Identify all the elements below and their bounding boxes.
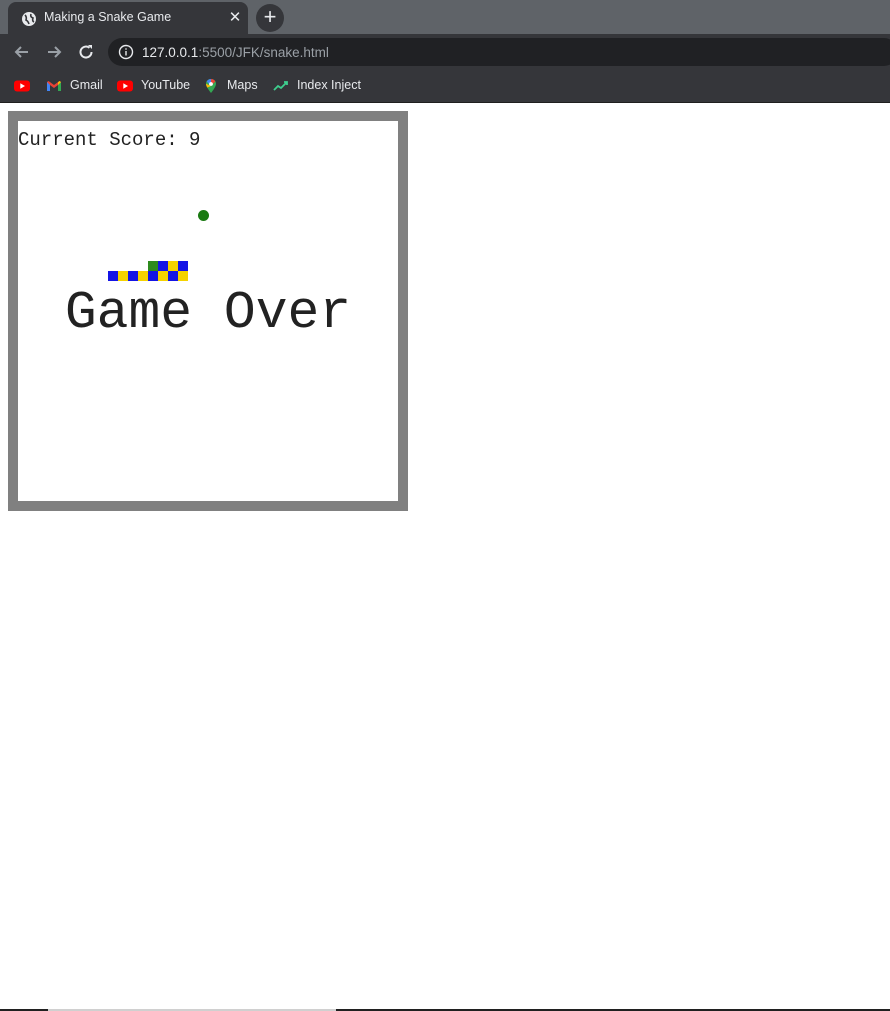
gmail-icon xyxy=(47,81,61,91)
bookmarks-bar: Gmail YouTube Maps Index Inject xyxy=(0,70,890,103)
snake-segment xyxy=(148,271,158,281)
current-score: Current Score: 9 xyxy=(18,129,201,151)
tab-close-icon[interactable]: ✕ xyxy=(226,9,244,27)
back-arrow-icon[interactable] xyxy=(12,42,32,62)
bookmark-index-inject-label: Index Inject xyxy=(297,78,361,92)
bookmark-maps[interactable]: Maps xyxy=(203,76,261,96)
info-icon[interactable] xyxy=(118,44,134,60)
new-tab-button[interactable]: + xyxy=(256,4,284,32)
youtube-icon xyxy=(117,80,133,92)
url-path: :5500/JFK/snake.html xyxy=(198,45,329,60)
snake-segment xyxy=(148,261,158,271)
index-inject-icon xyxy=(273,81,288,91)
bookmark-index-inject[interactable]: Index Inject xyxy=(273,76,369,96)
forward-arrow-icon[interactable] xyxy=(44,42,64,62)
bookmark-maps-label: Maps xyxy=(227,78,258,92)
tab-snake-game[interactable]: Making a Snake Game ✕ xyxy=(8,2,248,34)
food-dot xyxy=(198,210,209,221)
snake-segment xyxy=(168,271,178,281)
snake-segment xyxy=(138,271,148,281)
snake-segment xyxy=(158,271,168,281)
snake-segment xyxy=(158,261,168,271)
snake-segment xyxy=(178,261,188,271)
address-bar[interactable]: 127.0.0.1:5500/JFK/snake.html xyxy=(108,38,890,66)
snake-segment xyxy=(128,271,138,281)
url-host: 127.0.0.1 xyxy=(142,45,199,60)
snake-segment xyxy=(108,271,118,281)
url-text[interactable]: 127.0.0.1:5500/JFK/snake.html xyxy=(142,45,329,60)
tab-title: Making a Snake Game xyxy=(44,10,172,24)
browser-toolbar: 127.0.0.1:5500/JFK/snake.html xyxy=(0,34,890,70)
bookmark-gmail[interactable]: Gmail xyxy=(46,76,106,96)
tab-strip: Making a Snake Game ✕ + xyxy=(0,0,890,34)
snake-segment xyxy=(178,271,188,281)
bookmark-gmail-label: Gmail xyxy=(70,78,103,92)
bookmark-youtube[interactable]: YouTube xyxy=(117,76,191,96)
snake-segment xyxy=(118,271,128,281)
snake-segment xyxy=(168,261,178,271)
bookmark-youtube-label: YouTube xyxy=(141,78,191,92)
maps-icon xyxy=(206,79,216,93)
game-over-text: Game Over xyxy=(64,283,352,343)
game-canvas[interactable]: Current Score: 9 Game Over xyxy=(8,111,408,511)
reload-icon[interactable] xyxy=(76,42,96,62)
youtube-icon[interactable] xyxy=(14,78,30,94)
globe-icon xyxy=(22,12,36,26)
